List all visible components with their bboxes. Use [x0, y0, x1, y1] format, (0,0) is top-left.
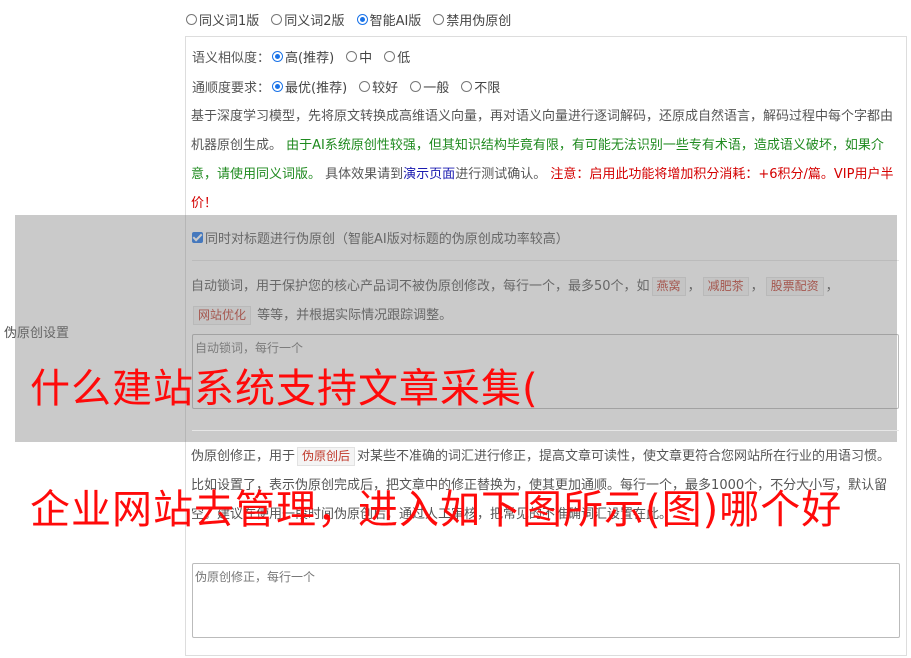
radio-selected-icon: [356, 13, 368, 25]
mode-option-synonym1[interactable]: 同义词1版: [186, 10, 259, 29]
demo-page-link[interactable]: 演示页面: [403, 167, 455, 182]
similarity-row: 语义相似度： 高(推荐) 中 低: [192, 46, 422, 66]
headline-overlay-1: 什么建站系统支持文章采集(: [30, 366, 539, 412]
mode-radio-group: 同义词1版 同义词2版 智能AI版 禁用伪原创: [186, 10, 523, 29]
correction-tag: 伪原创后: [297, 447, 356, 466]
radio-icon: [271, 13, 283, 25]
correction-textarea[interactable]: 伪原创修正，每行一个: [192, 563, 900, 638]
headline-overlay-2: 企业网站去管理，进入如下图所示(图)哪个好: [30, 487, 843, 533]
fluency-good[interactable]: 较好: [359, 77, 398, 96]
radio-icon: [346, 50, 358, 62]
radio-icon: [433, 13, 445, 25]
similarity-low[interactable]: 低: [384, 47, 410, 66]
mode-option-disable[interactable]: 禁用伪原创: [433, 10, 511, 29]
mode-option-synonym2[interactable]: 同义词2版: [271, 10, 345, 29]
fluency-label: 通顺度要求：: [192, 80, 271, 96]
similarity-label: 语义相似度：: [192, 50, 271, 66]
similarity-high[interactable]: 高(推荐): [272, 47, 334, 66]
similarity-medium[interactable]: 中: [346, 47, 372, 66]
radio-icon: [410, 80, 422, 92]
divider: [192, 430, 899, 431]
radio-selected-icon: [272, 50, 284, 62]
mode-option-ai[interactable]: 智能AI版: [356, 10, 421, 29]
fluency-best[interactable]: 最优(推荐): [272, 77, 347, 96]
fluency-normal[interactable]: 一般: [410, 77, 449, 96]
radio-icon: [359, 80, 371, 92]
ai-description: 基于深度学习模型，先将原文转换成高维语义向量，再对语义向量进行逐词解码，还原成自…: [191, 109, 894, 211]
fluency-any[interactable]: 不限: [461, 77, 500, 96]
radio-icon: [186, 13, 197, 25]
fluency-row: 通顺度要求： 最优(推荐) 较好 一般 不限: [192, 76, 512, 96]
radio-icon: [461, 80, 473, 92]
radio-icon: [384, 50, 396, 62]
radio-selected-icon: [272, 80, 284, 92]
